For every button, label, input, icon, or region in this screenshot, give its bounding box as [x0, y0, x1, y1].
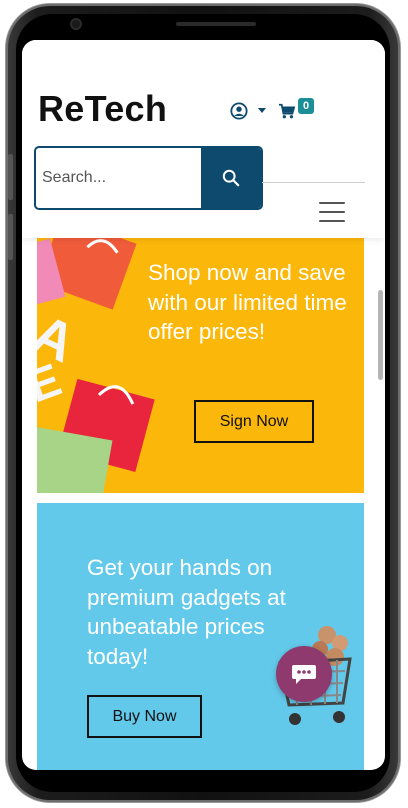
- cart-icon[interactable]: [278, 103, 296, 119]
- search-input[interactable]: [36, 148, 202, 208]
- search-form: [34, 146, 263, 210]
- chat-button[interactable]: [276, 646, 332, 702]
- hamburger-menu-icon[interactable]: [319, 202, 345, 222]
- promo-banner-shop-text: Shop now and save with our limited time …: [148, 260, 347, 344]
- chat-icon: [292, 665, 316, 684]
- promo-banner-gadgets: Get your hands on premium gadgets at unb…: [37, 503, 364, 770]
- user-icon[interactable]: [230, 102, 248, 120]
- shopping-bags-decoration: A E: [37, 238, 155, 493]
- caret-down-icon[interactable]: [258, 108, 266, 113]
- front-camera: [70, 18, 82, 30]
- search-button[interactable]: [201, 148, 261, 208]
- volume-down-button: [8, 214, 13, 260]
- page-scrollbar[interactable]: [378, 290, 383, 380]
- site-logo[interactable]: ReTech: [38, 88, 167, 130]
- promo-banner-shop: A E Shop now and save with our limited t…: [37, 238, 364, 493]
- cart-count-badge: 0: [298, 98, 314, 114]
- search-icon: [222, 169, 240, 187]
- site-header: ReTech 0: [22, 40, 385, 238]
- phone-screen: ReTech 0 Search... A E Shop now and save…: [22, 40, 385, 770]
- volume-up-button: [8, 154, 13, 200]
- earpiece-speaker: [176, 22, 256, 26]
- header-divider: [262, 182, 365, 183]
- sign-now-button[interactable]: Sign Now: [194, 400, 314, 443]
- buy-now-button[interactable]: Buy Now: [87, 695, 202, 738]
